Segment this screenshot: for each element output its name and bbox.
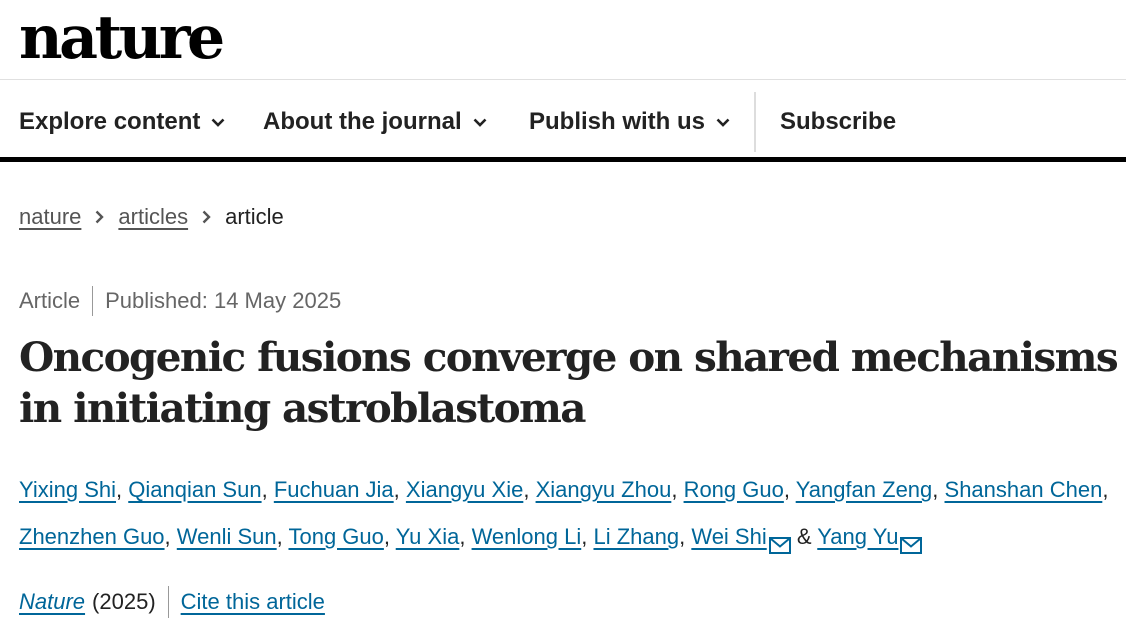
nav-about-journal[interactable]: About the journal — [263, 108, 487, 136]
author-conjunction: & — [796, 524, 812, 549]
author-link[interactable]: Xiangyu Xie — [406, 477, 523, 502]
main-nav: Explore content About the journal Publis… — [0, 80, 1126, 162]
author-link[interactable]: Yang Yu — [817, 524, 898, 549]
author-link[interactable]: Qianqian Sun — [128, 477, 261, 502]
nav-subscribe[interactable]: Subscribe — [780, 108, 896, 136]
nav-publish-label: Publish with us — [529, 108, 706, 135]
article-type: Article — [19, 288, 81, 313]
nav-subscribe-label: Subscribe — [780, 108, 897, 135]
author-list: Yixing Shi, Qianqian Sun, Fuchuan Jia, X… — [19, 466, 1109, 570]
masthead: nature — [0, 0, 1126, 80]
nature-logo[interactable]: nature — [19, 2, 225, 74]
cite-divider — [167, 586, 169, 618]
author-link[interactable]: Fuchuan Jia — [274, 477, 394, 502]
author-link[interactable]: Rong Guo — [684, 477, 784, 502]
envelope-icon[interactable] — [768, 523, 791, 570]
citation-row: Nature (2025) Cite this article — [19, 586, 325, 618]
author-link[interactable]: Wei Shi — [691, 524, 766, 549]
cite-this-article-link[interactable]: Cite this article — [181, 588, 325, 616]
nav-about-label: About the journal — [263, 108, 462, 135]
breadcrumb-home-link[interactable]: nature — [19, 203, 81, 231]
breadcrumb-articles-link[interactable]: articles — [118, 203, 188, 231]
journal-link[interactable]: Nature — [19, 588, 85, 616]
publish-date: Published: 14 May 2025 — [105, 288, 342, 313]
author-link[interactable]: Li Zhang — [593, 524, 679, 549]
breadcrumb: nature articles article — [19, 203, 284, 231]
author-link[interactable]: Shanshan Chen — [945, 477, 1103, 502]
breadcrumb-current: article — [225, 204, 284, 229]
author-link[interactable]: Yangfan Zeng — [796, 477, 933, 502]
nav-publish-with-us[interactable]: Publish with us — [529, 108, 730, 136]
nav-explore-content[interactable]: Explore content — [19, 108, 225, 136]
chevron-right-icon — [202, 210, 211, 224]
article-meta: Article Published: 14 May 2025 — [19, 286, 341, 316]
nav-divider — [754, 92, 756, 152]
article-title: Oncogenic fusions converge on shared mec… — [19, 333, 1119, 432]
author-link[interactable]: Xiangyu Zhou — [536, 477, 672, 502]
author-link[interactable]: Tong Guo — [288, 524, 383, 549]
author-link[interactable]: Wenlong Li — [472, 524, 582, 549]
chevron-right-icon — [95, 210, 105, 224]
author-link[interactable]: Yixing Shi — [19, 477, 116, 502]
author-link[interactable]: Wenli Sun — [177, 524, 277, 549]
author-link[interactable]: Yu Xia — [396, 524, 460, 549]
publication-year: (2025) — [92, 589, 156, 614]
chevron-down-icon — [473, 118, 487, 127]
author-link[interactable]: Zhenzhen Guo — [19, 524, 165, 549]
chevron-down-icon — [716, 118, 730, 127]
nav-explore-label: Explore content — [19, 108, 201, 135]
meta-divider — [92, 286, 94, 316]
envelope-icon[interactable] — [900, 523, 923, 570]
chevron-down-icon — [211, 118, 225, 127]
